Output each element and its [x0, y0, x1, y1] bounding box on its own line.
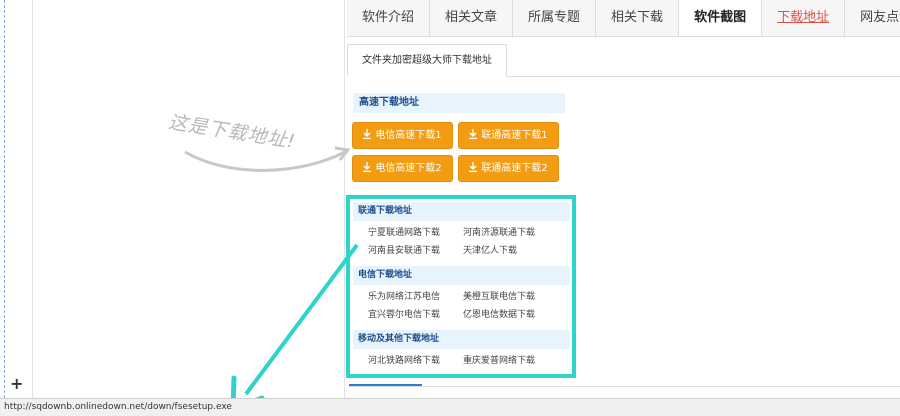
status-url: http://sqdownb.onlinedown.net/down/fsese… — [4, 402, 232, 412]
unicom-fast-download-2[interactable]: 联通高速下载2 — [458, 155, 559, 182]
left-panel: + — [0, 0, 33, 398]
download-links-box: 联通下载地址 宁夏联通网路下载 河南济源联通下载 河南县安联通下载 天津亿人下载… — [346, 195, 576, 378]
tab-related-articles[interactable]: 相关文章 — [430, 0, 514, 36]
download-link[interactable]: 河南县安联通下载 — [368, 243, 440, 256]
subtab-download-address[interactable]: 文件夹加密超级大师下载地址 — [347, 44, 507, 77]
telecom-fast-download-2[interactable]: 电信高速下载2 — [352, 155, 453, 182]
bottom-tab-rule — [349, 386, 900, 387]
download-link[interactable]: 河南济源联通下载 — [463, 225, 535, 238]
tab-bar: 软件介绍 相关文章 所属专题 相关下载 软件截图 下载地址 网友点评 — [347, 0, 900, 37]
add-button[interactable]: + — [10, 374, 23, 393]
button-label: 电信高速下载2 — [375, 163, 442, 174]
guide-line — [4, 0, 5, 398]
status-bar: http://sqdownb.onlinedown.net/down/fsese… — [0, 398, 900, 416]
tab-screenshots[interactable]: 软件截图 — [679, 0, 763, 36]
tab-user-reviews[interactable]: 网友点评 — [845, 0, 900, 36]
button-label: 电信高速下载1 — [375, 130, 442, 141]
tab-topics[interactable]: 所属专题 — [513, 0, 597, 36]
download-link[interactable]: 乐为网络江苏电信 — [368, 289, 440, 302]
download-link[interactable]: 美橙互联电信下载 — [463, 289, 535, 302]
tab-software-intro[interactable]: 软件介绍 — [347, 0, 431, 36]
download-link[interactable]: 宁夏联通网路下载 — [368, 225, 440, 238]
unicom-fast-download-1[interactable]: 联通高速下载1 — [458, 122, 559, 149]
mobile-other-group-heading: 移动及其他下载地址 — [353, 330, 570, 349]
button-label: 联通高速下载2 — [481, 163, 548, 174]
tab-related-downloads[interactable]: 相关下载 — [596, 0, 680, 36]
download-link[interactable]: 宜兴蓉尔电信下载 — [368, 307, 440, 320]
annotation-curve — [184, 146, 351, 172]
unicom-group-heading: 联通下载地址 — [353, 202, 570, 221]
button-label: 联通高速下载1 — [481, 130, 548, 141]
download-icon — [363, 129, 372, 139]
download-link[interactable]: 天津亿人下载 — [463, 243, 517, 256]
download-icon — [469, 162, 478, 172]
download-link[interactable]: 亿恩电信数据下载 — [463, 307, 535, 320]
fast-download-heading: 高速下载地址 — [353, 93, 565, 113]
download-link[interactable]: 重庆爱普网络下载 — [463, 353, 535, 366]
telecom-group-heading: 电信下载地址 — [353, 266, 570, 285]
preview-panel — [33, 0, 345, 398]
subtab-bar: 文件夹加密超级大师下载地址 — [347, 44, 900, 77]
download-link[interactable]: 河北铁路网络下载 — [368, 353, 440, 366]
bottom-tab-indicator — [349, 384, 422, 386]
tab-download-address[interactable]: 下载地址 — [762, 0, 846, 36]
telecom-fast-download-1[interactable]: 电信高速下载1 — [352, 122, 453, 149]
download-icon — [363, 162, 372, 172]
download-icon — [469, 129, 478, 139]
